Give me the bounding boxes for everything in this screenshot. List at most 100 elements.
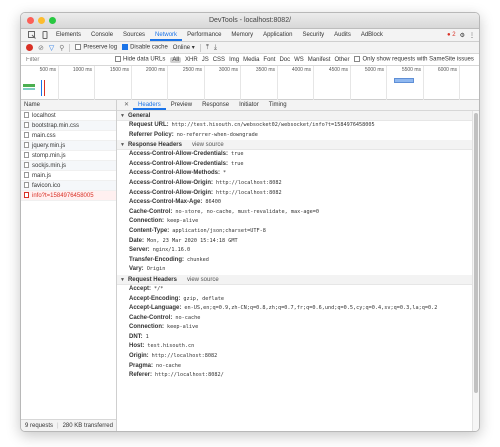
- request-row[interactable]: info?t=1584976458005: [21, 191, 116, 201]
- request-row[interactable]: sockjs.min.js: [21, 161, 116, 171]
- clear-icon[interactable]: ⊘: [38, 44, 44, 52]
- close-detail-icon[interactable]: ✕: [120, 100, 133, 110]
- expand-arrow-icon: ▼: [120, 276, 125, 283]
- network-body: Name localhost bootstrap.min.css main.css j…: [21, 100, 479, 431]
- disable-cache-checkbox[interactable]: Disable cache: [122, 44, 168, 51]
- view-source-link[interactable]: view source: [187, 277, 219, 283]
- hide-data-urls-label: Hide data URLs: [123, 56, 166, 63]
- header-value: keep-alive: [167, 324, 199, 331]
- header-key: Referer:: [129, 372, 153, 379]
- export-har-icon[interactable]: ⤓: [214, 44, 217, 52]
- filter-type-css[interactable]: CSS: [213, 57, 225, 63]
- request-name: info?t=1584976458005: [32, 193, 94, 199]
- header-value: 1: [145, 333, 149, 340]
- response-headers-section-header[interactable]: ▼ Response Headers view source: [117, 140, 472, 151]
- request-list-pane: Name localhost bootstrap.min.css main.css j…: [21, 100, 117, 431]
- tab-security[interactable]: Security: [297, 29, 329, 41]
- tab-performance[interactable]: Performance: [182, 29, 226, 41]
- detail-tab-timing[interactable]: Timing: [264, 100, 292, 110]
- timeline-selection: [394, 78, 414, 83]
- filter-type-font[interactable]: Font: [263, 57, 275, 63]
- samesite-checkbox[interactable]: Only show requests with SameSite issues: [354, 56, 474, 63]
- filter-type-manifest[interactable]: Manifest: [308, 57, 331, 63]
- tab-memory[interactable]: Memory: [226, 29, 258, 41]
- tab-adblock[interactable]: AdBlock: [356, 29, 388, 41]
- status-bar: 9 requests | 280 KB transferred: [21, 419, 116, 431]
- device-toolbar-icon[interactable]: [38, 29, 51, 41]
- name-column-header[interactable]: Name: [21, 100, 116, 111]
- request-row[interactable]: favicon.ico: [21, 181, 116, 191]
- tab-sources[interactable]: Sources: [118, 29, 150, 41]
- devtools-tabbar: Elements Console Sources Network Performance…: [21, 29, 479, 42]
- filter-type-media[interactable]: Media: [243, 57, 259, 63]
- throttling-value: Online: [172, 45, 191, 51]
- tab-console[interactable]: Console: [86, 29, 118, 41]
- throttling-select[interactable]: Online ▾: [173, 44, 195, 51]
- request-name: jquery.min.js: [32, 143, 66, 149]
- detail-tabs: Headers Preview Response Initiator Timing: [133, 100, 292, 110]
- header-key: Host:: [129, 343, 145, 350]
- request-name: bootstrap.min.css: [32, 123, 80, 129]
- timeline-tick-label: 3500 ms: [255, 67, 275, 73]
- detail-tab-response[interactable]: Response: [197, 100, 234, 110]
- zoom-window-button[interactable]: [49, 17, 56, 24]
- network-toolbar: ⊘ ▽ ⚲ Preserve log Disable cache Online …: [21, 42, 479, 54]
- timeline-gridline: [240, 66, 241, 100]
- request-row[interactable]: localhost: [21, 111, 116, 121]
- filter-type-ws[interactable]: WS: [294, 57, 304, 63]
- header-row: DNT: 1: [117, 333, 472, 343]
- request-count: 9 requests: [25, 422, 54, 429]
- request-headers-section-header[interactable]: ▼ Request Headers view source: [117, 274, 472, 285]
- header-key: Origin:: [129, 353, 149, 360]
- filter-type-js[interactable]: JS: [202, 57, 209, 63]
- header-row: Access-Control-Max-Age: 86400: [117, 198, 472, 208]
- panel-tabs: Elements Console Sources Network Performance…: [51, 29, 388, 41]
- close-window-button[interactable]: [27, 17, 34, 24]
- detail-tab-headers[interactable]: Headers: [133, 100, 166, 110]
- filter-type-xhr[interactable]: XHR: [185, 57, 198, 63]
- scrollbar-thumb[interactable]: [474, 113, 478, 393]
- request-name: main.js: [32, 173, 52, 179]
- timeline-gridline: [131, 66, 132, 100]
- header-value: test.hisouth.cn: [147, 343, 195, 350]
- preserve-log-checkbox[interactable]: Preserve log: [75, 44, 117, 51]
- overview-timeline[interactable]: 500 ms 1000 ms 1500 ms 2000 ms 2500 ms 3000 m…: [21, 66, 479, 100]
- filter-type-img[interactable]: Img: [229, 57, 239, 63]
- detail-tab-initiator[interactable]: Initiator: [234, 100, 264, 110]
- tab-application[interactable]: Application: [258, 29, 297, 41]
- filter-type-other[interactable]: Other: [334, 57, 349, 63]
- request-row[interactable]: main.js: [21, 171, 116, 181]
- more-options-icon[interactable]: ⋮: [469, 32, 475, 39]
- detail-scrollbar[interactable]: [472, 111, 479, 431]
- filter-funnel-icon[interactable]: ▽: [49, 44, 54, 52]
- request-row[interactable]: main.css: [21, 131, 116, 141]
- request-row[interactable]: jquery.min.js: [21, 141, 116, 151]
- tab-audits[interactable]: Audits: [329, 29, 356, 41]
- tab-elements[interactable]: Elements: [51, 29, 86, 41]
- filter-input[interactable]: [26, 55, 110, 64]
- settings-gear-icon[interactable]: ⚙: [460, 32, 465, 39]
- timeline-tick-label: 4500 ms: [328, 67, 348, 73]
- header-key: Pragma:: [129, 362, 154, 369]
- record-button[interactable]: [26, 44, 33, 51]
- tabbar-right: ● 2 ⚙ ⋮: [447, 29, 479, 41]
- detail-tab-preview[interactable]: Preview: [166, 100, 197, 110]
- general-section-header[interactable]: ▼ General: [117, 111, 472, 121]
- search-icon[interactable]: ⚲: [59, 44, 64, 52]
- response-header-rows: Access-Control-Allow-Credentials: true Acc…: [117, 150, 472, 275]
- error-badge[interactable]: ● 2: [447, 32, 456, 38]
- minimize-window-button[interactable]: [38, 17, 45, 24]
- header-row: Request URL: http://test.hisouth.cn/webso…: [117, 121, 472, 131]
- tab-network[interactable]: Network: [150, 29, 183, 41]
- request-row[interactable]: bootstrap.min.css: [21, 121, 116, 131]
- hide-data-urls-checkbox[interactable]: Hide data URLs: [115, 56, 165, 63]
- filter-type-all[interactable]: All: [170, 56, 182, 63]
- inspect-element-icon[interactable]: [25, 29, 38, 41]
- header-value: http://test.hisouth.cn/websocket02/webso…: [171, 122, 375, 128]
- header-value: chunked: [187, 256, 209, 263]
- request-row[interactable]: stomp.min.js: [21, 151, 116, 161]
- import-har-icon[interactable]: ⤒: [206, 44, 209, 52]
- filter-type-doc[interactable]: Doc: [279, 57, 290, 63]
- view-source-link[interactable]: view source: [192, 142, 224, 148]
- header-row: Accept: */*: [117, 285, 472, 295]
